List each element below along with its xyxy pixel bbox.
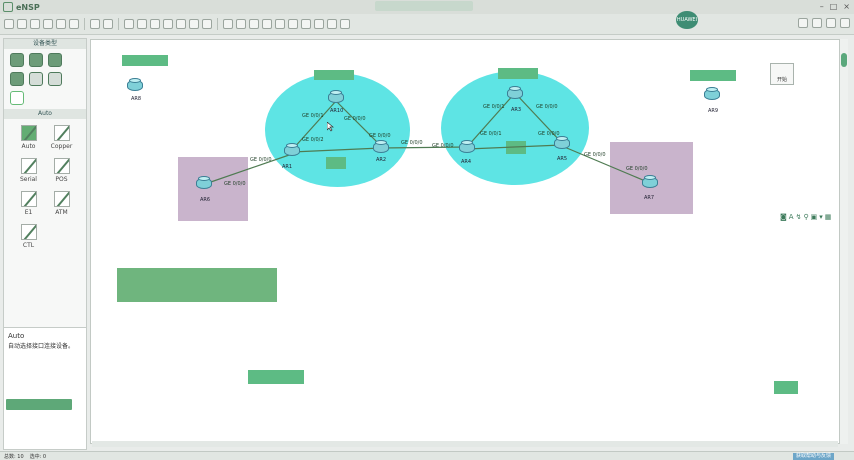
- status-total: 总数: 10: [4, 453, 24, 460]
- mouse-cursor-icon: [327, 122, 334, 132]
- grid-tool-icon[interactable]: ▦: [825, 213, 832, 221]
- port-label: GE 0/0/0: [626, 166, 648, 172]
- router-ar9[interactable]: [704, 87, 720, 102]
- router-ar7[interactable]: [642, 175, 658, 190]
- port-label: GE 0/0/1: [302, 113, 324, 119]
- port-label: GE 0/0/0: [538, 131, 560, 137]
- canvas-side-tools: ◙ A ↯ ⚲ ▣ ▾ ▦: [780, 213, 831, 221]
- router-cap: [286, 143, 298, 148]
- port-label: GE 0/0/2: [302, 137, 324, 143]
- port-label: GE 0/0/0: [584, 152, 606, 158]
- port-label: GE 0/0/0: [432, 143, 454, 149]
- port-label: GE 0/0/0: [401, 140, 423, 146]
- port-label: GE 0/0/0: [224, 181, 246, 187]
- router-cap: [375, 140, 387, 145]
- chat-icon[interactable]: ◙: [780, 213, 787, 221]
- status-selected: 选中: 0: [29, 453, 47, 460]
- link-line[interactable]: [204, 153, 293, 185]
- link-line[interactable]: [466, 92, 516, 148]
- pin-icon[interactable]: ⚲: [803, 213, 808, 221]
- router-label: AR1: [282, 164, 293, 170]
- router-ar1[interactable]: [284, 143, 300, 158]
- port-label: GE 0/0/0: [536, 104, 558, 110]
- link-line[interactable]: [380, 146, 468, 149]
- port-label: GE 0/0/1: [480, 131, 502, 137]
- port-label: GE 0/0/0: [344, 116, 366, 122]
- rect-tool-icon[interactable]: ▣: [811, 213, 818, 221]
- text-tool-icon[interactable]: A: [789, 213, 794, 221]
- link-tool-icon[interactable]: ↯: [796, 213, 802, 221]
- router-ar3[interactable]: [507, 86, 523, 101]
- link-line[interactable]: [561, 145, 651, 184]
- router-label: AR2: [376, 157, 387, 163]
- router-label: AR10: [330, 108, 344, 114]
- router-ar10[interactable]: [328, 90, 344, 105]
- router-ar8[interactable]: [127, 78, 143, 93]
- down-arrow-icon[interactable]: ▾: [819, 213, 823, 221]
- router-cap: [509, 86, 521, 91]
- router-label: AR5: [557, 156, 568, 162]
- router-ar2[interactable]: [373, 140, 389, 155]
- feedback-link[interactable]: 获取帮助与反馈: [792, 453, 834, 460]
- router-label: AR3: [511, 107, 522, 113]
- link-line[interactable]: [291, 147, 382, 153]
- router-label: AR9: [708, 108, 719, 114]
- router-label: AR4: [461, 159, 472, 165]
- port-label: GE 0/0/0: [250, 157, 272, 163]
- link-line[interactable]: [466, 144, 563, 150]
- port-label: GE 0/0/0: [369, 133, 391, 139]
- port-label: GE 0/0/1: [483, 104, 505, 110]
- router-cap: [644, 175, 656, 180]
- router-cap: [330, 90, 342, 95]
- router-ar6[interactable]: [196, 176, 212, 191]
- router-ar5[interactable]: [554, 136, 570, 151]
- router-ar4[interactable]: [459, 140, 475, 155]
- router-cap: [706, 87, 718, 92]
- start-note-button[interactable]: 开始: [770, 63, 794, 85]
- router-label: AR8: [131, 96, 142, 102]
- router-cap: [129, 78, 141, 83]
- router-label: AR7: [644, 195, 655, 201]
- router-cap: [198, 176, 210, 181]
- status-bar: 总数: 10 选中: 0 获取帮助与反馈: [0, 451, 854, 460]
- link-layer: [204, 92, 651, 185]
- router-cap: [461, 140, 473, 145]
- router-label: AR6: [200, 197, 211, 203]
